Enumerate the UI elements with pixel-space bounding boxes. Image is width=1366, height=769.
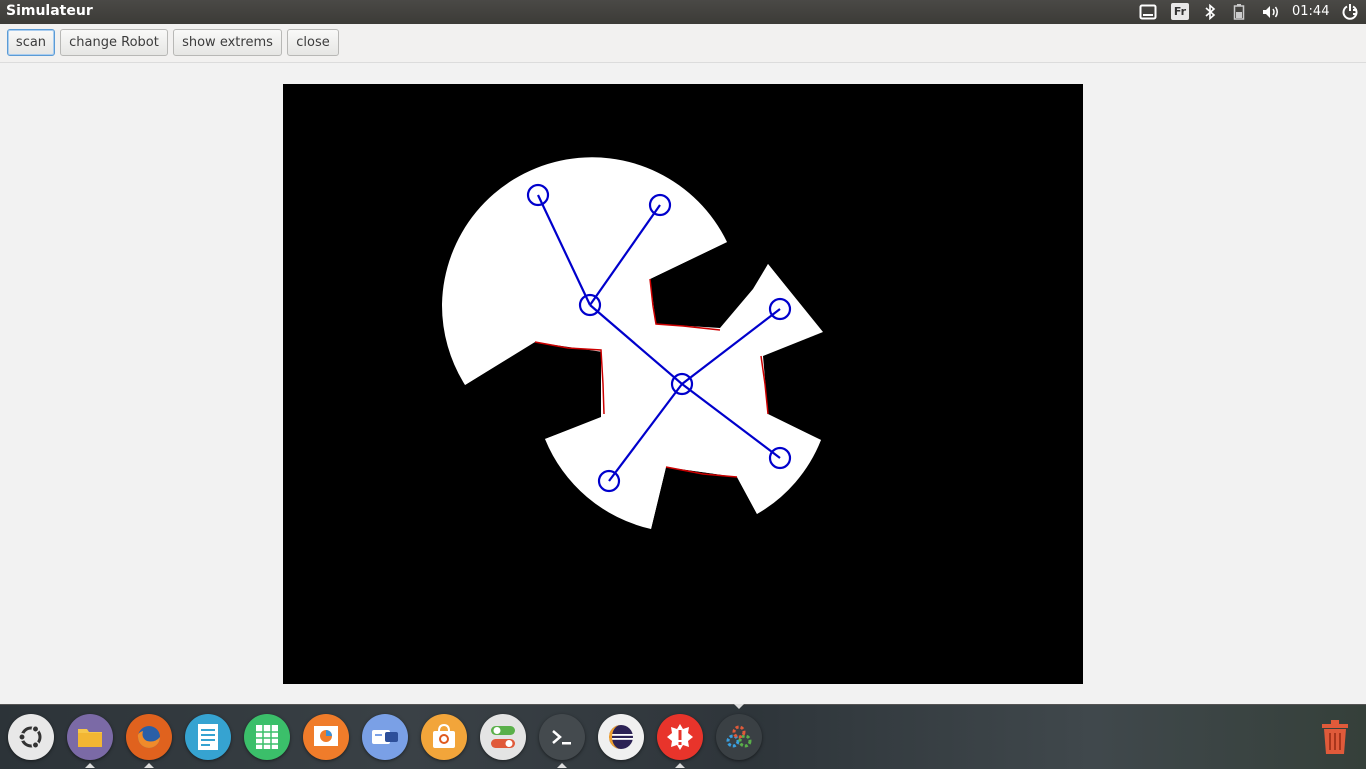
top-panel: Simulateur Fr 01:44 <box>0 0 1366 24</box>
spreadsheet-icon[interactable] <box>244 714 290 760</box>
files-icon[interactable] <box>67 714 113 760</box>
running-indicator <box>557 763 567 768</box>
running-indicator <box>675 763 685 768</box>
bluetooth-icon[interactable] <box>1200 0 1220 24</box>
window-title: Simulateur <box>6 3 93 19</box>
power-icon[interactable] <box>1338 0 1362 24</box>
gears-icon[interactable] <box>716 714 762 760</box>
running-indicator <box>85 763 95 768</box>
keyboard-layout-indicator[interactable]: Fr <box>1171 3 1189 20</box>
presentation-icon[interactable] <box>303 714 349 760</box>
volume-icon[interactable] <box>1259 0 1283 24</box>
battery-icon[interactable] <box>1229 0 1249 24</box>
running-indicator <box>144 763 154 768</box>
dock <box>0 704 1366 769</box>
ubuntu-logo-icon[interactable] <box>8 714 54 760</box>
change-robot-button[interactable]: change Robot <box>60 29 168 56</box>
switcher-icon[interactable] <box>362 714 408 760</box>
running-indicator <box>734 704 744 709</box>
scan-region-top <box>441 157 823 529</box>
show-extrems-button[interactable]: show extrems <box>173 29 282 56</box>
terminal-icon[interactable] <box>539 714 585 760</box>
obstacle-edge-2 <box>534 341 605 415</box>
scan-button[interactable]: scan <box>7 29 55 56</box>
toolbar: scan change Robot show extrems close <box>0 24 1366 63</box>
messaging-icon[interactable] <box>1137 0 1159 24</box>
clock[interactable]: 01:44 <box>1292 4 1329 19</box>
settings-toggle-icon[interactable] <box>480 714 526 760</box>
eclipse-icon[interactable] <box>598 714 644 760</box>
simulation-canvas[interactable] <box>283 84 1083 684</box>
trash-icon[interactable] <box>1312 714 1358 760</box>
firefox-icon[interactable] <box>126 714 172 760</box>
obstacle-edge-1 <box>649 278 721 331</box>
software-center-icon[interactable] <box>421 714 467 760</box>
scene-svg <box>441 157 823 529</box>
update-alert-icon[interactable] <box>657 714 703 760</box>
close-button[interactable]: close <box>287 29 339 56</box>
text-editor-icon[interactable] <box>185 714 231 760</box>
